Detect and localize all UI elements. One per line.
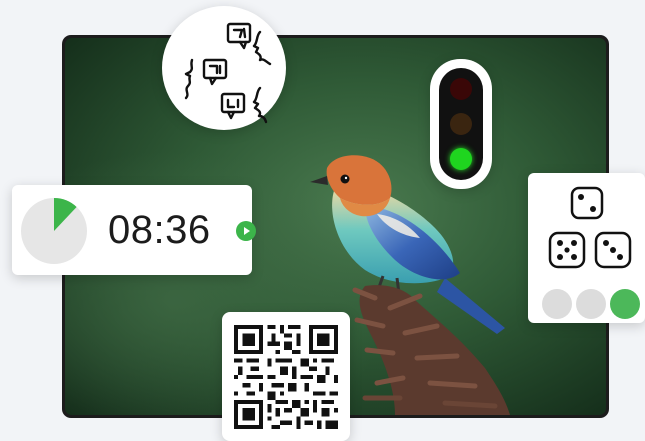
play-button[interactable] xyxy=(236,221,256,241)
die-three-icon xyxy=(594,231,632,269)
dice-widget[interactable] xyxy=(528,173,645,323)
timer-value: 08:36 xyxy=(108,208,211,252)
dice-selector-dot-3-active[interactable] xyxy=(610,289,640,319)
dice-selector-dot-1[interactable] xyxy=(542,289,572,319)
conversation-widget[interactable] xyxy=(162,6,286,130)
green-lamp xyxy=(450,148,472,170)
dice-selector-dot-2[interactable] xyxy=(576,289,606,319)
qr-code-icon xyxy=(234,325,338,429)
play-icon xyxy=(244,227,250,235)
qr-code-widget[interactable] xyxy=(222,312,350,441)
timer-widget[interactable]: 08:36 xyxy=(12,185,256,275)
amber-lamp xyxy=(450,113,472,135)
conversation-icon xyxy=(184,22,272,124)
traffic-light-widget[interactable] xyxy=(430,59,492,189)
traffic-light-icon xyxy=(439,68,483,180)
die-two-icon xyxy=(570,186,604,220)
timer-progress-pie xyxy=(21,198,87,264)
die-four-icon xyxy=(548,231,586,269)
red-lamp xyxy=(450,78,472,100)
